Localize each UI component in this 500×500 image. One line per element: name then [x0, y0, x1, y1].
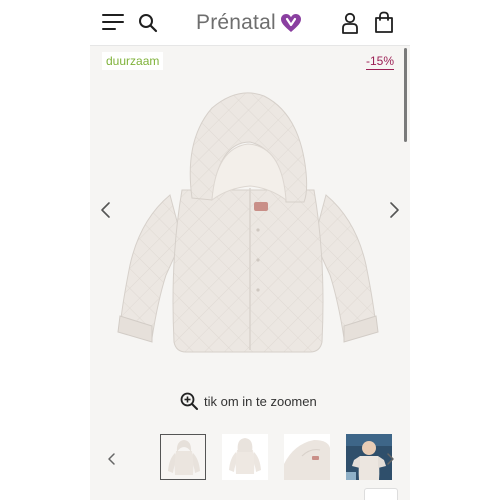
search-icon[interactable] — [138, 13, 158, 33]
page-scrollbar[interactable] — [404, 48, 407, 142]
zoom-in-icon — [180, 392, 198, 410]
thumbnail-jacket-front-image — [161, 435, 205, 479]
thumbnail-1[interactable] — [160, 434, 206, 480]
shopping-bag-icon[interactable] — [373, 11, 395, 34]
thumbnail-jacket-back-image — [222, 434, 268, 480]
thumbnail-jacket-detail-image — [284, 434, 330, 480]
zoom-hint[interactable]: tik om in te zoomen — [180, 392, 317, 410]
thumbnail-2[interactable] — [222, 434, 268, 480]
floating-button[interactable] — [364, 488, 398, 500]
product-page: Prénatal duurzaam -15% tik om in te zoom… — [90, 0, 410, 500]
site-header: Prénatal — [90, 0, 410, 46]
product-image-quilted-jacket[interactable] — [100, 80, 396, 380]
sustainable-badge: duurzaam — [102, 52, 164, 70]
brand-logo[interactable]: Prénatal — [196, 11, 302, 35]
next-image-arrow-icon[interactable] — [386, 200, 402, 220]
thumbnail-3[interactable] — [284, 434, 330, 480]
previous-image-arrow-icon[interactable] — [98, 200, 114, 220]
zoom-hint-text: tik om in te zoomen — [204, 393, 317, 409]
discount-badge: -15% — [366, 54, 395, 70]
heart-logo-icon — [280, 14, 301, 32]
thumbnail-strip — [90, 424, 410, 500]
account-icon[interactable] — [340, 12, 360, 34]
brand-name: Prénatal — [196, 11, 276, 34]
hamburger-menu-icon[interactable] — [102, 14, 124, 32]
thumbnail-previous-arrow-icon[interactable] — [106, 451, 118, 467]
thumbnail-next-arrow-icon[interactable] — [384, 451, 396, 467]
